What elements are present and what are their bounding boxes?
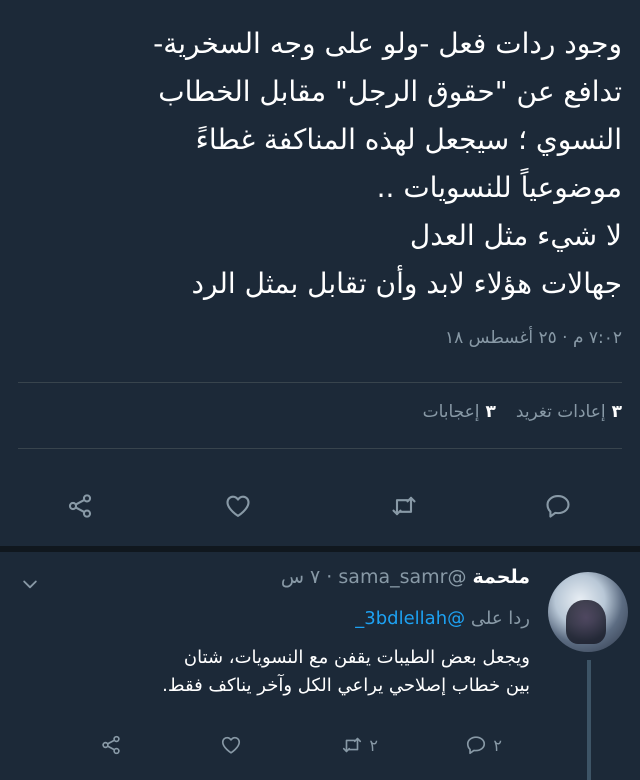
retweets-count: ٣ xyxy=(611,402,622,422)
tweet-line: لا شيء مثل العدل xyxy=(409,219,622,252)
share-button[interactable] xyxy=(60,486,100,526)
retweet-button[interactable] xyxy=(384,486,424,526)
share-icon xyxy=(68,494,92,518)
reply-actions: ٢ ٢ xyxy=(0,734,640,764)
reply-author-handle[interactable]: @sama_samr xyxy=(338,566,466,588)
reply-to: ردا على @3bdlellah_ xyxy=(355,608,530,629)
tweet-line: جهالات هؤلاء لابد وأن تقابل بمثل الرد xyxy=(191,267,622,300)
tweet-line: موضوعياً للنسويات .. xyxy=(376,171,622,204)
reply-retweet-button[interactable]: ٢ xyxy=(341,734,378,756)
retweets-stat[interactable]: ٣إعادات تغريد xyxy=(516,402,622,422)
reply-text: ويجعل بعض الطيبات يقفن مع النسويات، شتان… xyxy=(110,644,530,700)
divider xyxy=(18,448,622,449)
share-icon xyxy=(102,735,120,755)
likes-count: ٣ xyxy=(485,402,496,422)
tweet-line: النسوي ؛ سيجعل لهذه المناكفة غطاءً xyxy=(195,123,622,156)
retweet-icon xyxy=(392,496,416,516)
reply-mention[interactable]: @3bdlellah_ xyxy=(355,608,465,629)
tweet-text: وجود ردات فعل -ولو على وجه السخرية- تداف… xyxy=(12,20,622,308)
reply-retweet-count: ٢ xyxy=(369,735,378,755)
reply-to-label: ردا على xyxy=(470,608,530,629)
retweet-icon xyxy=(343,737,362,753)
divider xyxy=(18,382,622,383)
reply-icon xyxy=(546,495,570,518)
reply-header: ملحمة @sama_samr · ٧ س xyxy=(281,566,530,588)
reply-line: بين خطاب إصلاحي يراعي الكل وآخر يناكف فق… xyxy=(162,675,530,696)
tweet-line: تدافع عن "حقوق الرجل" مقابل الخطاب xyxy=(158,75,622,108)
tweet-line: وجود ردات فعل -ولو على وجه السخرية- xyxy=(153,27,622,60)
likes-label: إعجابات xyxy=(422,402,480,422)
reply-reply-count: ٢ xyxy=(493,735,502,755)
tweet-timestamp[interactable]: ٧:٠٢ م · ٢٥ أغسطس ١٨ xyxy=(445,328,622,348)
reply-icon xyxy=(467,736,486,755)
reply-line: ويجعل بعض الطيبات يقفن مع النسويات، شتان xyxy=(183,647,530,668)
retweets-label: إعادات تغريد xyxy=(515,402,606,422)
heart-icon xyxy=(221,736,241,754)
reply-button[interactable] xyxy=(538,486,578,526)
reply-share-button[interactable] xyxy=(100,734,122,756)
avatar[interactable] xyxy=(548,572,628,652)
heart-icon xyxy=(226,495,250,517)
reply-reply-button[interactable]: ٢ xyxy=(465,734,502,756)
tweet-stats: ٣إعادات تغريد ٣إعجابات xyxy=(423,402,622,422)
like-button[interactable] xyxy=(218,486,258,526)
tweet-actions xyxy=(0,486,640,528)
likes-stat[interactable]: ٣إعجابات xyxy=(423,402,496,422)
reply-like-button[interactable] xyxy=(220,734,242,756)
reply-author-name[interactable]: ملحمة xyxy=(473,566,530,588)
chevron-down-icon[interactable] xyxy=(20,574,40,594)
reply-time: · ٧ س xyxy=(280,566,333,588)
reply-tweet[interactable]: ملحمة @sama_samr · ٧ س ردا على @3bdlella… xyxy=(0,552,640,780)
